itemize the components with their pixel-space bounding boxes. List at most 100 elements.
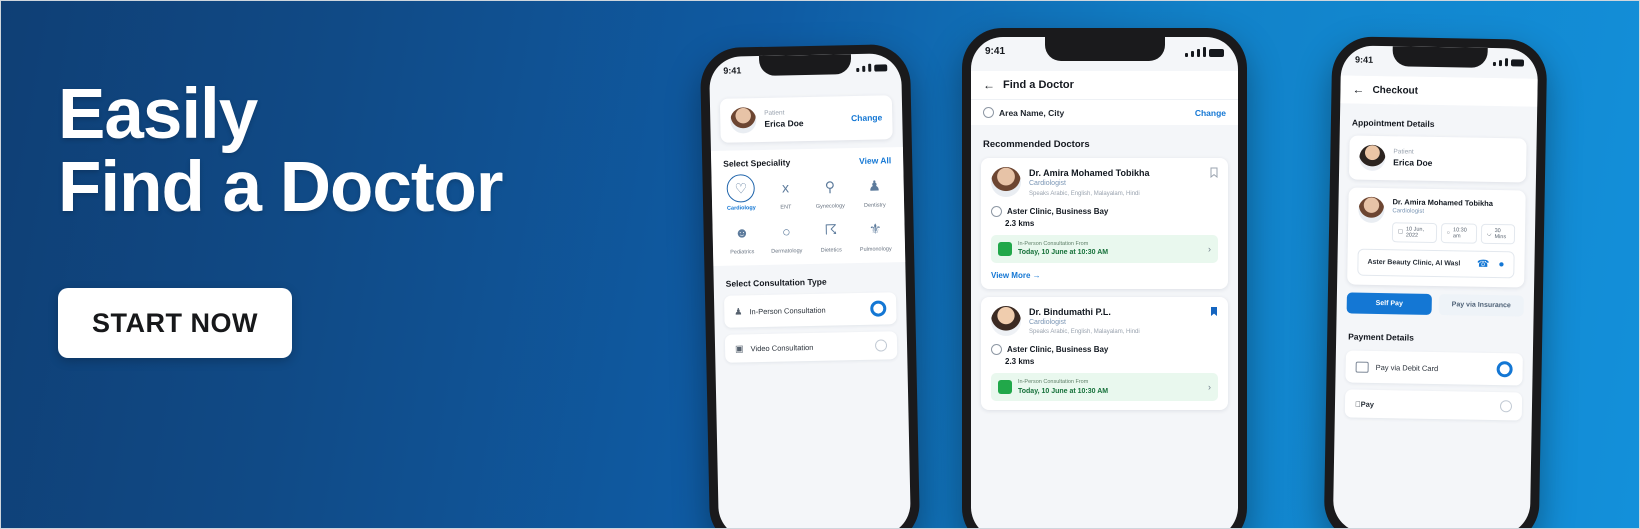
notch <box>758 54 852 77</box>
phone-mockup-find-doctor: 9:41 ← Find a Doctor Area Name, City Cha… <box>962 28 1247 529</box>
start-now-button[interactable]: START NOW <box>58 288 292 359</box>
speciality-item-ent[interactable]: x ENT <box>764 173 807 211</box>
banner-copy: Easily Find a Doctor START NOW <box>58 78 678 359</box>
tab-self-pay[interactable]: Self Pay <box>1346 292 1432 316</box>
bookmark-icon[interactable] <box>1210 167 1218 178</box>
signal-icon <box>1185 52 1188 57</box>
consultation-option-in-person[interactable]: ♟ In-Person Consultation <box>723 292 897 328</box>
speciality-item-dermatology[interactable]: ○ Dermatology <box>765 217 808 255</box>
clinic-row: Aster Clinic, Business Bay <box>991 344 1218 356</box>
view-more-link[interactable]: View More → <box>991 271 1218 280</box>
location-pin-icon <box>991 344 1002 356</box>
battery-icon <box>1209 48 1224 57</box>
radio-debit-card[interactable] <box>1496 361 1513 378</box>
signal-icon <box>862 65 866 72</box>
radio-video[interactable] <box>874 339 888 352</box>
nav-bar: ← Checkout <box>1340 75 1538 107</box>
doctor-languages: Speaks Arabic, English, Malayalam, Hindi <box>1029 190 1140 197</box>
phone-mockup-home: 9:41 Patient Erica Doe Change Select Spe… <box>699 43 921 529</box>
doctor-languages: Speaks Arabic, English, Malayalam, Hindi <box>1029 329 1140 336</box>
nav-title: Checkout <box>1372 84 1419 97</box>
doctor-card[interactable]: Dr. Bindumathi P.L. Cardiologist Speaks … <box>981 296 1228 411</box>
speciality-grid: ♡ Cardiology x ENT ⚲ Gynecology ♟ Dentis… <box>711 167 905 264</box>
consultation-option-label: In-Person Consultation <box>749 305 826 316</box>
notch <box>1391 46 1488 68</box>
view-more-label: View More <box>991 270 1031 280</box>
speciality-label: Dermatology <box>771 247 803 255</box>
doctor-card[interactable]: Dr. Amira Mohamed Tobikha Cardiologist S… <box>981 158 1228 289</box>
bookmark-icon[interactable] <box>1210 306 1218 317</box>
slot-time: Today, 10 June at 10:30 AM <box>1018 387 1109 395</box>
location-pin-icon[interactable]: ● <box>1498 259 1504 270</box>
tooth-icon: ♟ <box>867 176 881 194</box>
patient-card: Patient Erica Doe <box>1348 135 1527 183</box>
appointment-duration-chip: ◡ 30 Mins <box>1480 223 1516 245</box>
signal-icon <box>856 67 860 72</box>
change-location-link[interactable]: Change <box>1195 108 1226 118</box>
distance: 2.3 kms <box>1005 218 1035 228</box>
signal-icon <box>1492 61 1496 67</box>
speciality-item-cardiology[interactable]: ♡ Cardiology <box>719 174 762 212</box>
consultation-option-video[interactable]: ▣ Video Consultation <box>724 331 898 363</box>
radio-apple-pay[interactable] <box>1499 400 1513 413</box>
chevron-right-icon: › <box>1208 243 1211 254</box>
signal-icon <box>1197 48 1200 57</box>
status-icons <box>1185 46 1224 57</box>
profile-name: Erica Doe <box>764 118 804 130</box>
video-icon: ▣ <box>734 343 744 354</box>
speciality-label: Cardiology <box>726 205 756 212</box>
recommended-header: Recommended Doctors <box>971 125 1238 158</box>
payment-method-apple-pay[interactable]: Pay <box>1344 389 1523 421</box>
speciality-label: Gynecology <box>815 203 845 210</box>
doctor-speciality: Cardiologist <box>1029 180 1066 188</box>
headline-line-1: Easily <box>58 75 258 154</box>
speciality-label: Dentistry <box>863 202 886 209</box>
phone-icon[interactable]: ☎ <box>1477 259 1490 270</box>
change-profile-link[interactable]: Change <box>851 112 882 123</box>
signal-icon <box>1203 46 1206 57</box>
slot-banner[interactable]: In-Person Consultation From Today, 10 Ju… <box>991 373 1218 402</box>
phone2-screen: 9:41 ← Find a Doctor Area Name, City Cha… <box>971 37 1238 529</box>
signal-icon <box>1191 50 1194 57</box>
location-pin-icon <box>983 107 994 118</box>
battery-icon <box>1510 59 1525 67</box>
uterus-icon: ⚲ <box>824 177 836 195</box>
profile-card[interactable]: Patient Erica Doe Change <box>719 95 893 143</box>
slot-time: Today, 10 June at 10:30 AM <box>1018 248 1109 256</box>
clinic-row: Aster Clinic, Business Bay <box>991 205 1218 217</box>
nav-title: Find a Doctor <box>1003 79 1074 91</box>
view-all-link[interactable]: View All <box>859 155 891 166</box>
payment-method-debit-card[interactable]: Pay via Debit Card <box>1345 350 1523 386</box>
appointment-duration: 30 Mins <box>1494 228 1507 241</box>
hourglass-icon: ◡ <box>1486 231 1492 238</box>
lungs-icon: ⚜ <box>868 220 882 237</box>
status-icons <box>856 63 888 72</box>
radio-in-person[interactable] <box>870 300 887 317</box>
page-title: Easily Find a Doctor <box>58 78 678 224</box>
location-bar[interactable]: Area Name, City Change <box>971 99 1238 125</box>
speciality-item-pediatrics[interactable]: ☻ Pediatrics <box>720 218 763 256</box>
slot-label: In-Person Consultation From <box>1018 240 1089 247</box>
back-arrow-icon[interactable]: ← <box>1352 83 1364 97</box>
person-icon: ♟ <box>734 306 743 317</box>
status-time: 9:41 <box>985 46 1006 57</box>
speciality-item-gynecology[interactable]: ⚲ Gynecology <box>808 172 851 210</box>
phone-mockup-checkout: 9:41 ← Checkout Appointment Details Pati… <box>1323 36 1548 529</box>
back-arrow-icon[interactable]: ← <box>983 79 995 91</box>
speciality-label: ENT <box>780 204 792 211</box>
payment-title: Payment Details <box>1348 331 1414 343</box>
clock-icon: ○ <box>1446 230 1451 237</box>
speciality-label: Pediatrics <box>730 248 755 256</box>
speciality-item-dentistry[interactable]: ♟ Dentistry <box>853 171 896 209</box>
slot-banner[interactable]: In-Person Consultation From Today, 10 Ju… <box>991 234 1218 263</box>
appointment-doctor-card: Dr. Amira Mohamed Tobikha Cardiologist ☐… <box>1347 187 1526 288</box>
tab-pay-via-insurance[interactable]: Pay via Insurance <box>1438 294 1524 317</box>
speciality-item-pulmonology[interactable]: ⚜ Pulmonology <box>854 215 897 253</box>
notch <box>1044 37 1165 61</box>
status-icons <box>1492 58 1525 67</box>
speciality-item-dietetics[interactable]: ☈ Dietetics <box>809 216 852 254</box>
payment-method-label: Pay <box>1355 399 1374 408</box>
ear-icon: x <box>781 179 790 196</box>
location-text: Area Name, City <box>999 107 1065 118</box>
appointment-date-chip: ☐ 10 Jun, 2022 <box>1391 222 1437 244</box>
